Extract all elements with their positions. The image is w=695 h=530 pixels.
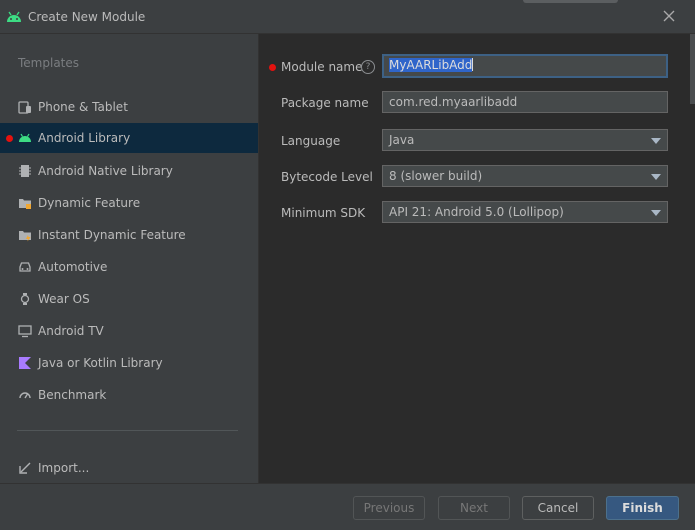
close-icon[interactable] (661, 8, 677, 24)
window-title: Create New Module (28, 10, 146, 24)
text-cursor (472, 58, 474, 71)
native-library-icon (19, 165, 31, 177)
scrollbar-fragment (690, 34, 695, 104)
import-label: Import... (38, 461, 90, 475)
template-label: Instant Dynamic Feature (38, 228, 186, 242)
template-java-kotlin-library[interactable]: Java or Kotlin Library (0, 348, 258, 378)
module-name-label: Module name (281, 60, 363, 74)
templates-sidebar: Templates Phone & Tablet Android Library… (0, 34, 259, 483)
minimum-sdk-label: Minimum SDK (281, 206, 366, 220)
bytecode-level-label: Bytecode Level (281, 170, 373, 184)
watch-icon (20, 293, 30, 305)
language-value: Java (389, 133, 415, 147)
next-button[interactable]: Next (438, 496, 510, 520)
android-icon (19, 133, 31, 142)
module-name-input[interactable]: MyAARLibAdd (382, 54, 668, 78)
template-label: Benchmark (38, 388, 107, 402)
template-automotive[interactable]: Automotive (0, 252, 258, 282)
module-form: Module name ? MyAARLibAdd Package name c… (259, 34, 695, 483)
template-dynamic-feature[interactable]: Dynamic Feature (0, 188, 258, 218)
kotlin-icon (19, 357, 31, 369)
template-label: Android Native Library (38, 164, 173, 178)
template-android-native-library[interactable]: Android Native Library (0, 156, 258, 186)
dynamic-feature-icon (19, 199, 31, 209)
template-label: Java or Kotlin Library (38, 356, 163, 370)
package-name-label: Package name (281, 96, 369, 110)
package-name-input[interactable]: com.red.myaarlibadd (382, 91, 668, 113)
templates-heading: Templates (18, 56, 80, 70)
template-android-library[interactable]: Android Library (0, 123, 258, 153)
required-dot (6, 135, 13, 142)
template-label: Android Library (38, 131, 131, 145)
phone-tablet-icon (18, 101, 31, 114)
bytecode-level-value: 8 (slower build) (389, 169, 483, 183)
car-icon (19, 262, 31, 272)
template-phone-tablet[interactable]: Phone & Tablet (0, 92, 258, 122)
finish-button[interactable]: Finish (606, 496, 679, 520)
template-label: Android TV (38, 324, 104, 338)
template-label: Wear OS (38, 292, 90, 306)
background-window-fragment (523, 0, 618, 3)
title-bar: Create New Module (0, 0, 695, 34)
help-icon[interactable]: ? (361, 60, 375, 74)
template-benchmark[interactable]: Benchmark (0, 380, 258, 410)
android-studio-icon (7, 11, 21, 22)
import-button[interactable]: Import... (0, 453, 258, 483)
module-name-value: MyAARLibAdd (389, 58, 473, 72)
template-label: Phone & Tablet (38, 100, 128, 114)
chevron-down-icon (651, 138, 661, 144)
import-icon (19, 462, 31, 474)
bytecode-level-select[interactable]: 8 (slower build) (382, 165, 668, 187)
tv-icon (18, 325, 32, 338)
template-instant-dynamic-feature[interactable]: Instant Dynamic Feature (0, 220, 258, 250)
template-label: Dynamic Feature (38, 196, 141, 210)
sidebar-divider (17, 430, 238, 431)
chevron-down-icon (651, 174, 661, 180)
minimum-sdk-select[interactable]: API 21: Android 5.0 (Lollipop) (382, 201, 668, 223)
previous-button[interactable]: Previous (353, 496, 425, 520)
language-select[interactable]: Java (382, 129, 668, 151)
chevron-down-icon (651, 210, 661, 216)
required-dot (269, 64, 276, 71)
template-android-tv[interactable]: Android TV (0, 316, 258, 346)
language-label: Language (281, 134, 341, 148)
gauge-icon (19, 392, 31, 399)
dialog-footer: Previous Next Cancel Finish (0, 483, 695, 530)
minimum-sdk-value: API 21: Android 5.0 (Lollipop) (389, 205, 564, 219)
instant-feature-icon (19, 231, 31, 242)
cancel-button[interactable]: Cancel (522, 496, 594, 520)
template-label: Automotive (38, 260, 108, 274)
template-wear-os[interactable]: Wear OS (0, 284, 258, 314)
